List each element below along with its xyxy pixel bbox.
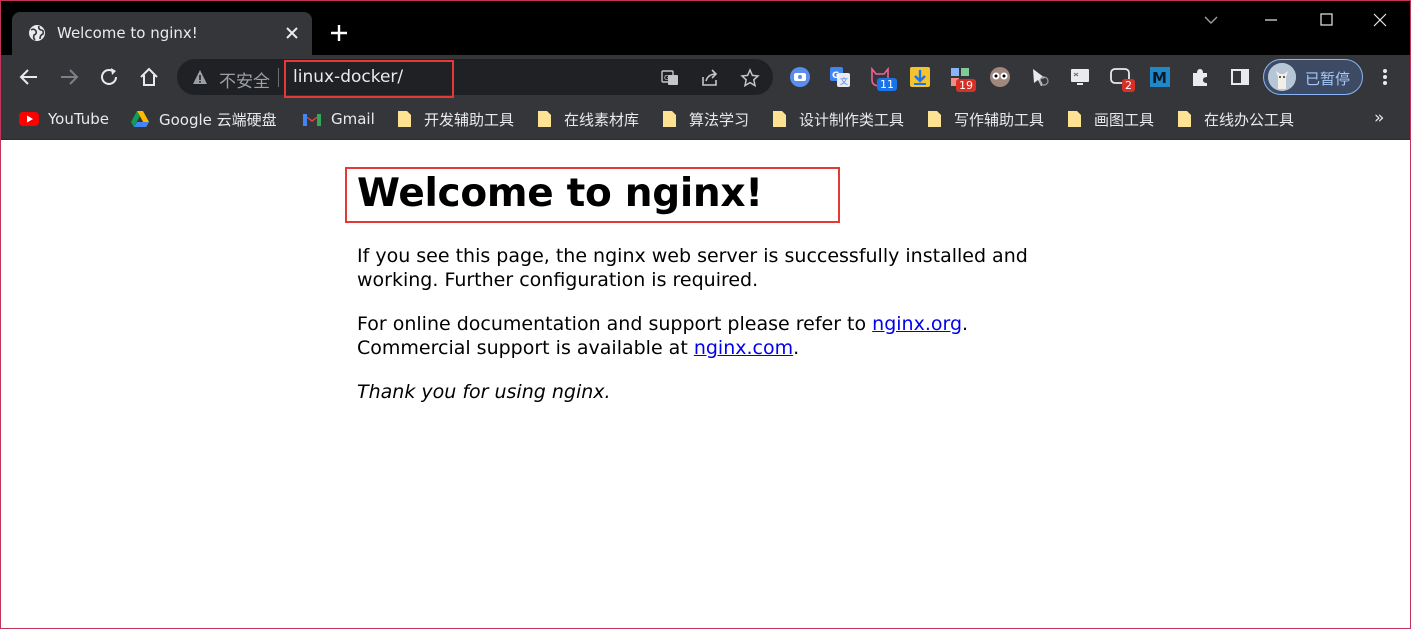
folder-icon <box>538 111 551 127</box>
docs-period: . <box>962 313 969 335</box>
bookmark-folder-writing[interactable]: 写作辅助工具 <box>925 108 1044 130</box>
omnibox-separator <box>278 68 279 87</box>
folder-icon <box>398 111 411 127</box>
home-icon[interactable] <box>138 66 160 88</box>
screen-recorder-extension-icon[interactable] <box>789 66 811 88</box>
bookmark-gmail[interactable]: Gmail <box>302 108 375 130</box>
bookmark-label: 设计制作类工具 <box>799 110 905 129</box>
extension-badge: 11 <box>877 78 897 91</box>
folder-icon <box>1068 111 1081 127</box>
docs-text: For online documentation and support ple… <box>357 313 873 335</box>
close-tab-icon[interactable] <box>282 23 302 43</box>
warning-icon[interactable] <box>192 69 208 85</box>
extension-badge: 2 <box>1122 79 1135 92</box>
bookmark-label: 在线办公工具 <box>1204 110 1295 129</box>
star-bookmark-icon[interactable] <box>740 68 760 88</box>
share-icon[interactable] <box>700 68 720 88</box>
owl-extension-icon[interactable] <box>989 66 1011 88</box>
bookmark-folder-dev-tools[interactable]: 开发辅助工具 <box>395 108 514 130</box>
tab-title: Welcome to nginx! <box>57 24 198 42</box>
tab-active[interactable]: Welcome to nginx! <box>12 12 312 55</box>
back-arrow-icon[interactable] <box>18 66 40 88</box>
bookmark-folder-office[interactable]: 在线办公工具 <box>1175 108 1294 130</box>
new-tab-icon[interactable] <box>328 22 350 44</box>
browser-window: Welcome to nginx! 不安全 linux-docker/ G G … <box>0 0 1411 629</box>
svg-text:G: G <box>832 71 839 81</box>
svg-text:M: M <box>1152 69 1167 87</box>
bookmark-label: 在线素材库 <box>564 110 640 129</box>
folder-icon <box>663 111 676 127</box>
page-heading: Welcome to nginx! <box>357 171 763 216</box>
monitor-extension-icon[interactable] <box>1069 66 1091 88</box>
gmail-icon <box>303 114 321 126</box>
grid-extension[interactable]: 19 <box>949 66 979 94</box>
bookmark-google-drive[interactable]: Google 云端硬盘 <box>130 108 277 130</box>
m-extension-icon[interactable]: M <box>1149 66 1171 88</box>
bookmark-label: 开发辅助工具 <box>424 110 515 129</box>
svg-text:文: 文 <box>840 76 848 86</box>
commercial-text: Commercial support is available at <box>357 337 694 359</box>
profile-status-label: 已暂停 <box>1305 70 1351 88</box>
docs-line: For online documentation and support ple… <box>357 312 968 336</box>
forward-arrow-icon[interactable] <box>58 66 80 88</box>
url-highlight-box <box>284 60 454 98</box>
bookmark-folder-design[interactable]: 设计制作类工具 <box>770 108 904 130</box>
close-window-icon[interactable] <box>1367 9 1393 31</box>
toolbar: 不安全 linux-docker/ G G 文 11 19 2 M 已暂停 <box>1 55 1410 99</box>
folder-icon <box>773 111 786 127</box>
nginx-org-link[interactable]: nginx.org <box>872 313 962 335</box>
bookmark-label: YouTube <box>48 110 109 128</box>
bookmarks-bar: YouTube Google 云端硬盘 Gmail 开发辅助工具 在线素材库 算… <box>1 99 1410 140</box>
extension-badge: 19 <box>956 79 976 92</box>
google-translate-extension-icon[interactable]: G 文 <box>829 66 851 88</box>
side-panel-icon[interactable] <box>1229 66 1251 88</box>
octotree-extension[interactable]: 11 <box>869 66 897 94</box>
tab-strip: Welcome to nginx! <box>1 1 1410 55</box>
folder-icon <box>1178 111 1191 127</box>
tab-search-chevron-icon[interactable] <box>1198 9 1224 31</box>
minimize-icon[interactable] <box>1258 9 1284 31</box>
cursor-extension-icon[interactable] <box>1029 66 1051 88</box>
bookmark-label: 算法学习 <box>689 110 750 129</box>
commercial-line: Commercial support is available at nginx… <box>357 336 799 360</box>
folder-icon <box>928 111 941 127</box>
translate-icon[interactable]: G <box>660 68 680 88</box>
more-vertical-icon[interactable] <box>1375 66 1395 88</box>
bookmark-folder-algorithms[interactable]: 算法学习 <box>660 108 749 130</box>
intro-line-2: working. Further configuration is requir… <box>357 269 759 291</box>
globe-icon <box>29 25 45 41</box>
google-drive-icon <box>131 111 149 127</box>
game-extension[interactable]: 2 <box>1109 66 1139 94</box>
profile-button[interactable]: 已暂停 <box>1263 59 1363 95</box>
download-extension-icon[interactable] <box>909 66 931 88</box>
address-bar[interactable]: 不安全 linux-docker/ G <box>177 59 773 98</box>
cat-avatar-icon <box>1268 63 1296 91</box>
not-secure-label[interactable]: 不安全 <box>219 67 270 92</box>
maximize-icon[interactable] <box>1313 9 1339 31</box>
thank-you-text: Thank you for using nginx. <box>357 381 611 403</box>
nginx-com-link[interactable]: nginx.com <box>694 337 793 359</box>
bookmark-label: Google 云端硬盘 <box>159 110 277 129</box>
reload-icon[interactable] <box>98 66 120 88</box>
bookmark-label: Gmail <box>331 110 375 128</box>
bookmark-folder-drawing[interactable]: 画图工具 <box>1065 108 1154 130</box>
bookmark-label: 写作辅助工具 <box>954 110 1045 129</box>
svg-text:G: G <box>664 74 669 82</box>
puzzle-extensions-icon[interactable] <box>1189 66 1211 88</box>
bookmark-folder-assets[interactable]: 在线素材库 <box>535 108 639 130</box>
avatar <box>1268 63 1296 91</box>
bookmarks-overflow-button[interactable]: » <box>1374 108 1384 128</box>
commercial-period: . <box>793 337 800 359</box>
bookmark-youtube[interactable]: YouTube <box>19 108 109 130</box>
youtube-icon <box>19 112 39 126</box>
intro-line-1: If you see this page, the nginx web serv… <box>357 245 1028 267</box>
bookmark-label: 画图工具 <box>1094 110 1155 129</box>
